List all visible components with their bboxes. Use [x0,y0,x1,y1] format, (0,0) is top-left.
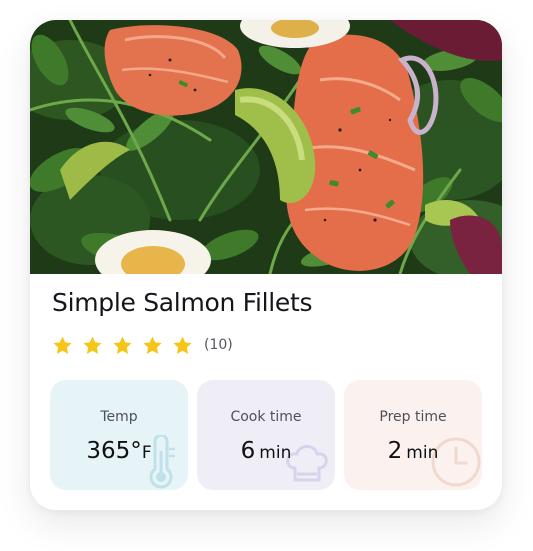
cook-time-unit: min [259,443,292,463]
cook-time-value: 6 min [197,438,335,464]
prep-time-tile: Prep time 2 min [344,380,482,490]
temp-value: 365°F [50,438,188,464]
rating-count: (10) [204,337,233,353]
cook-time-number: 6 [240,438,256,464]
prep-time-value: 2 min [344,438,482,464]
star-icon[interactable] [142,335,163,356]
recipe-title: Simple Salmon Fillets [52,288,313,317]
recipe-stats: Temp 365°F Cook time 6 min Prep time 2 min [50,380,482,490]
temp-label: Temp [100,409,138,425]
prep-time-unit: min [406,443,439,463]
prep-time-label: Prep time [379,409,447,425]
star-icon[interactable] [52,335,73,356]
star-icon[interactable] [112,335,133,356]
star-icon[interactable] [82,335,103,356]
temp-number: 365° [86,438,142,464]
cook-time-label: Cook time [230,409,302,425]
cook-time-tile: Cook time 6 min [197,380,335,490]
recipe-card[interactable]: Simple Salmon Fillets (10) Temp 365°F Co… [30,20,502,510]
recipe-photo [30,20,502,274]
temp-tile: Temp 365°F [50,380,188,490]
temp-unit: F [141,443,152,463]
prep-time-number: 2 [387,438,403,464]
star-icon[interactable] [172,335,193,356]
star-rating[interactable]: (10) [52,333,233,357]
